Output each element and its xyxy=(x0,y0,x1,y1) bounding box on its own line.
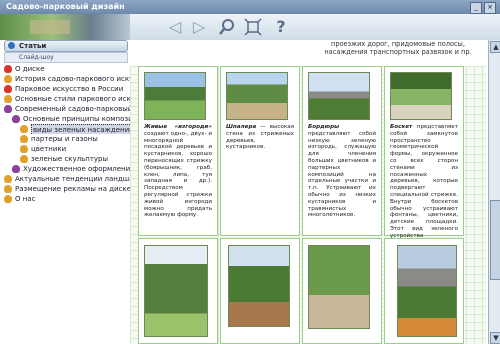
tree-item-history[interactable]: История садово-паркового искусства xyxy=(4,74,130,84)
grid-cell-sculpture xyxy=(384,238,464,344)
toolbar: ◁ ▷ ? xyxy=(130,14,500,41)
fullscreen-icon[interactable] xyxy=(242,18,264,36)
content-pane: проезжих дорог, придомовые полосы, насаж… xyxy=(130,40,488,344)
flower-icon xyxy=(20,125,28,133)
caption-border: Бордюры представляют собой низкую зелену… xyxy=(308,124,376,219)
caption-trellis: Шпалера — высокая стена из стриженых дер… xyxy=(226,124,294,151)
tree-item-russia[interactable]: Парковое искусство в России xyxy=(4,84,130,94)
search-icon[interactable] xyxy=(216,18,238,36)
flower-icon xyxy=(4,105,12,113)
header-banner-image xyxy=(0,14,130,40)
tree-item-trends[interactable]: Актуальные тенденции ландшафтного дизайн… xyxy=(4,174,130,184)
flower-icon xyxy=(4,175,12,183)
title-bar: Садово-парковый дизайн _ × xyxy=(0,0,500,14)
minimize-button[interactable]: _ xyxy=(470,2,482,14)
back-icon[interactable]: ◁ xyxy=(164,18,186,36)
hedge-photo xyxy=(144,72,206,120)
content-scrollbar[interactable]: ▲ ▼ xyxy=(488,40,500,344)
tree-item-ads[interactable]: Размещение рекламы на диске xyxy=(4,184,130,194)
flower-icon xyxy=(4,65,12,73)
flower-icon xyxy=(12,165,20,173)
flower-icon xyxy=(20,155,28,163)
scroll-thumb[interactable] xyxy=(490,200,500,280)
border-photo xyxy=(308,72,370,120)
garden-photo xyxy=(308,245,370,329)
grid-cell-arch xyxy=(138,238,218,344)
tab-articles[interactable]: Статьи xyxy=(4,40,128,52)
trellis-photo xyxy=(226,72,288,120)
flower-icon xyxy=(20,145,28,153)
tree-item-topiary[interactable]: зеленые скульптуры xyxy=(20,154,130,164)
grid-cell-trellis: Шпалера — высокая стена из стриженых дер… xyxy=(220,66,300,236)
bosket-photo xyxy=(390,72,452,120)
image-grid: Живые «изгороди» создают одно-, двух- и … xyxy=(130,66,486,344)
articles-icon xyxy=(8,42,15,49)
help-icon[interactable]: ? xyxy=(270,18,292,36)
grid-cell-garden xyxy=(302,238,382,344)
flower-icon xyxy=(4,95,12,103)
grid-cell-hedge: Живые «изгороди» создают одно-, двух- и … xyxy=(138,66,218,236)
grid-cell-border: Бордюры представляют собой низкую зелену… xyxy=(302,66,382,236)
grid-cell-gazebo xyxy=(220,238,300,344)
tree-item-composition[interactable]: Основные принципы композиции xyxy=(12,114,130,124)
tree-item-parterres[interactable]: партеры и газоны xyxy=(20,134,130,144)
tab-slideshow[interactable]: Слайд-шоу xyxy=(4,52,128,63)
tree-item-styles[interactable]: Основные стили паркового искусства xyxy=(4,94,130,104)
tree-item-about-us[interactable]: О нас xyxy=(4,194,130,204)
close-button[interactable]: × xyxy=(484,2,496,14)
flower-icon xyxy=(4,85,12,93)
flower-icon xyxy=(12,115,20,123)
flower-icon xyxy=(20,135,28,143)
flower-icon xyxy=(4,185,12,193)
intro-text: проезжих дорог, придомовые полосы, насаж… xyxy=(324,40,472,56)
tree-item-flowerbeds[interactable]: цветники xyxy=(20,144,130,154)
arch-photo xyxy=(144,245,208,337)
scroll-up-icon[interactable]: ▲ xyxy=(490,41,500,53)
scroll-down-icon[interactable]: ▼ xyxy=(490,332,500,344)
caption-hedge: Живые «изгороди» создают одно-, двух- и … xyxy=(144,124,212,219)
tree-item-green-plantings[interactable]: виды зеленых насаждений xyxy=(20,124,130,134)
forward-icon[interactable]: ▷ xyxy=(188,18,210,36)
tree-item-about-disc[interactable]: О диске xyxy=(4,64,130,74)
grid-cell-bosket: Боскет представляет собой замкнутое прос… xyxy=(384,66,464,273)
flower-icon xyxy=(4,195,12,203)
sidebar: Статьи Слайд-шоу О диске История садово-… xyxy=(0,40,131,344)
flower-icon xyxy=(4,75,12,83)
tree-item-modern-design[interactable]: Современный садово-парковый дизайн xyxy=(4,104,130,114)
gazebo-photo xyxy=(228,245,290,327)
tree-item-art-design[interactable]: Художественное оформление территорий xyxy=(12,164,130,174)
window-title: Садово-парковый дизайн xyxy=(6,2,125,11)
sculpture-photo xyxy=(397,245,457,337)
